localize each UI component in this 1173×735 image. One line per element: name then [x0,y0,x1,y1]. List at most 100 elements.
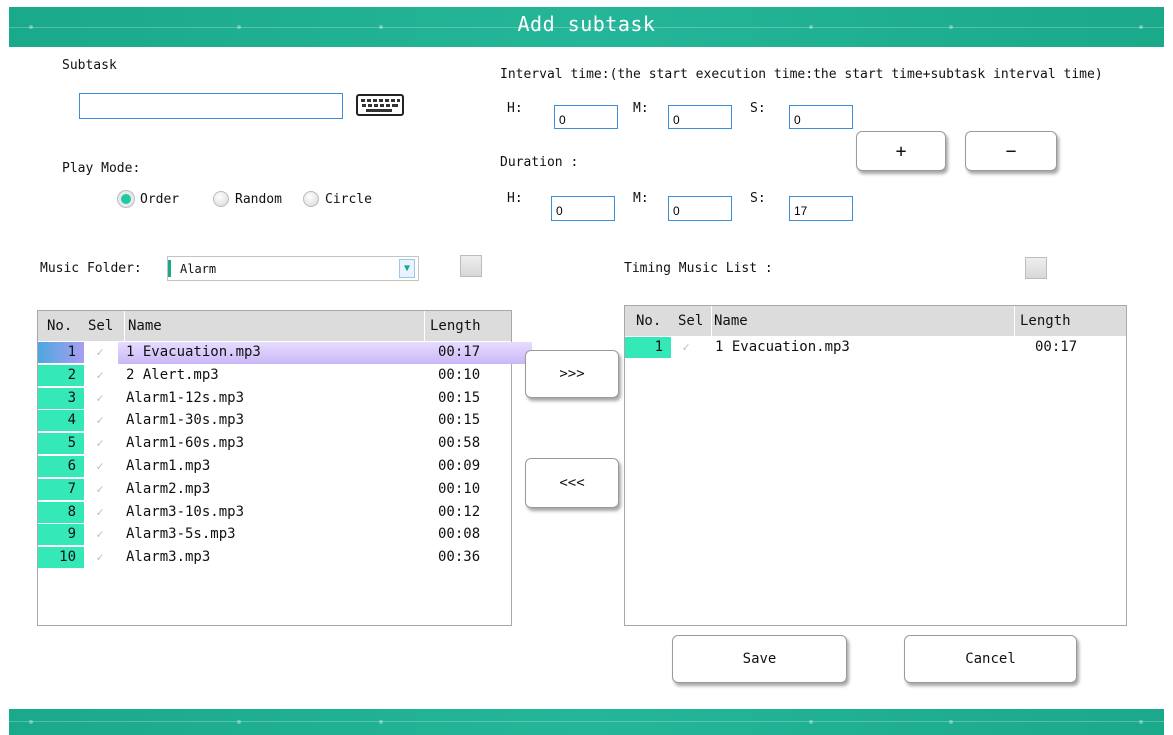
row-number: 7 [38,478,84,500]
timing-music-list-label: Timing Music List : [624,261,773,276]
row-number: 4 [38,410,84,432]
plus-button[interactable]: + [856,131,946,171]
row-number: 5 [38,433,84,455]
interval-minute-input[interactable] [668,105,732,129]
col-no-header: No. [47,318,73,334]
row-length: 00:58 [438,435,481,452]
duration-second-input[interactable] [789,196,853,221]
timing-music-list-table[interactable]: No. Sel Name Length 1 ✓ 1 Evacuation.mp3 00… [624,305,1127,626]
table-row[interactable]: 5 ✓ Alarm1-60s.mp3 00:58 [38,433,511,455]
keyboard-icon[interactable] [356,91,404,117]
save-button[interactable]: Save [672,635,847,683]
table-row[interactable]: 3 ✓ Alarm1-12s.mp3 00:15 [38,387,511,410]
table-row[interactable]: 6 ✓ Alarm1.mp3 00:09 [38,456,511,478]
row-number: 10 [38,547,84,569]
title-bar: Add subtask [9,7,1164,47]
dropdown-accent [168,260,171,277]
row-length: 00:17 [1035,339,1078,355]
row-length: 00:10 [438,366,481,383]
subtask-input[interactable] [79,93,343,119]
row-select-checkbox[interactable]: ✓ [93,436,107,450]
bottom-bar-decoration [29,720,33,724]
duration-label: Duration : [500,155,579,170]
bottom-bar-decoration [809,720,813,724]
row-number: 1 [38,342,84,363]
column-divider [124,311,125,341]
table-row[interactable]: 10 ✓ Alarm3.mp3 00:36 [38,547,511,569]
col-sel-header: Sel [88,318,114,334]
col-name-header: Name [128,318,162,334]
play-mode-label: Play Mode: [62,161,141,176]
col-sel-header: Sel [678,313,704,329]
subtask-label: Subtask [62,58,117,73]
row-select-checkbox[interactable]: ✓ [93,391,107,405]
bottom-bar-decoration [1139,720,1143,724]
music-folder-label: Music Folder: [40,261,142,276]
timing-list-select-all-checkbox[interactable] [1025,257,1047,279]
column-divider [711,306,712,336]
table-header: No. Sel Name Length [625,306,1126,336]
row-number: 6 [38,456,84,477]
column-divider [1014,306,1015,336]
music-list-table[interactable]: No. Sel Name Length 1 ✓ 1 Evacuation.mp3 00… [37,310,532,626]
table-row[interactable]: 1 ✓ 1 Evacuation.mp3 00:17 [625,337,1126,359]
row-length: 00:17 [438,344,481,360]
row-name: 2 Alert.mp3 [126,366,219,383]
play-mode-option-label: Order [140,191,180,207]
row-select-checkbox[interactable]: ✓ [93,550,107,564]
interval-second-input[interactable] [789,105,853,129]
duration-hour-input[interactable] [551,196,615,221]
row-select-checkbox[interactable]: ✓ [93,527,107,541]
row-select-checkbox[interactable]: ✓ [93,368,107,382]
remove-from-timing-list-button[interactable]: <<< [525,458,619,508]
col-length-header: Length [1020,313,1071,329]
play-mode-option-label: Circle [325,191,372,207]
row-select-checkbox[interactable]: ✓ [93,413,107,427]
row-name: Alarm1-60s.mp3 [126,435,245,452]
row-select-checkbox[interactable]: ✓ [93,505,107,519]
row-length: 00:09 [438,458,481,474]
duration-minute-input[interactable] [668,196,732,221]
interval-hour-input[interactable] [554,105,618,129]
duration-hour-label: H: [507,191,523,206]
row-length: 00:08 [438,526,481,543]
bottom-bar-decoration [379,720,383,724]
table-row[interactable]: 4 ✓ Alarm1-30s.mp3 00:15 [38,410,511,432]
play-mode-random-radio[interactable]: Random [213,191,282,207]
row-name: Alarm3.mp3 [126,549,211,566]
row-length: 00:15 [438,412,481,429]
window-title: Add subtask [517,12,656,36]
col-name-header: Name [714,313,748,329]
row-select-checkbox[interactable]: ✓ [93,459,107,473]
cancel-button[interactable]: Cancel [904,635,1077,683]
bottom-bar-decoration [9,721,1164,722]
column-divider [424,311,425,341]
play-mode-option-label: Random [235,191,282,207]
table-row[interactable]: 2 ✓ 2 Alert.mp3 00:10 [38,364,511,387]
music-folder-dropdown[interactable]: Alarm ▼ [167,256,419,281]
row-name: Alarm3-10s.mp3 [126,503,245,520]
music-folder-select-all-checkbox[interactable] [460,255,482,277]
radio-selected-icon [118,191,134,207]
row-length: 00:15 [438,389,481,406]
add-to-timing-list-button[interactable]: >>> [525,350,619,398]
table-row[interactable]: 8 ✓ Alarm3-10s.mp3 00:12 [38,501,511,524]
table-row[interactable]: 1 ✓ 1 Evacuation.mp3 00:17 [38,342,532,364]
row-number: 3 [38,387,84,409]
play-mode-circle-radio[interactable]: Circle [303,191,372,207]
play-mode-order-radio[interactable]: Order [118,191,179,207]
row-name: Alarm2.mp3 [126,480,211,497]
bottom-bar-decoration [237,720,241,724]
minus-button[interactable]: − [965,131,1057,171]
row-name: 1 Evacuation.mp3 [126,344,261,360]
col-length-header: Length [430,318,481,334]
table-row[interactable]: 7 ✓ Alarm2.mp3 00:10 [38,478,511,501]
row-select-checkbox[interactable]: ✓ [93,345,107,359]
row-select-checkbox[interactable]: ✓ [93,482,107,496]
table-row[interactable]: 9 ✓ Alarm3-5s.mp3 00:08 [38,524,511,546]
duration-second-label: S: [750,191,766,206]
row-select-checkbox[interactable]: ✓ [679,340,693,354]
bottom-bar-decoration [949,720,953,724]
row-name: Alarm1.mp3 [126,458,211,474]
chevron-down-icon[interactable]: ▼ [399,259,415,278]
